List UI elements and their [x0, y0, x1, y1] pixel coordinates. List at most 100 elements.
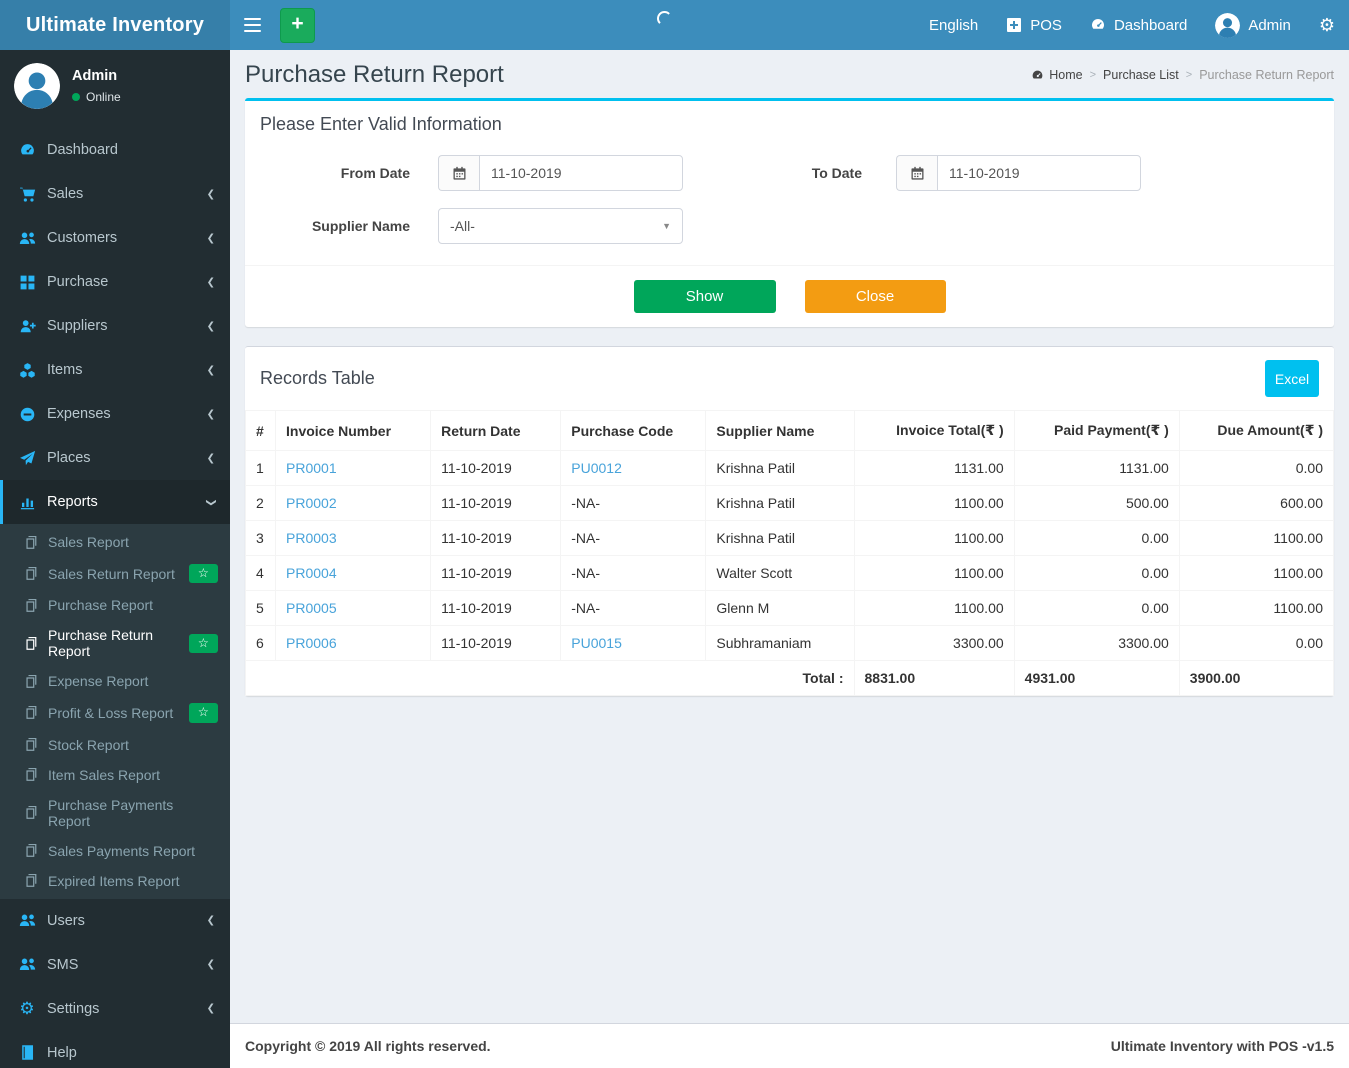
- breadcrumb-home[interactable]: Home: [1031, 68, 1083, 82]
- sidebar-toggle-icon[interactable]: [230, 0, 275, 50]
- table-cell: PR0001: [275, 450, 432, 486]
- chevron-down-icon: ❮: [205, 497, 217, 507]
- invoice-number-link[interactable]: PR0005: [286, 600, 337, 616]
- breadcrumb-label: Purchase List: [1103, 68, 1179, 82]
- table-cell: Krishna Patil: [705, 485, 855, 521]
- nav-user[interactable]: Admin: [1201, 0, 1305, 50]
- sidebar-subitem-profit-loss-report[interactable]: Profit & Loss Report ☆: [0, 696, 230, 729]
- minus-circle-icon: [18, 405, 36, 423]
- sidebar-item-expenses[interactable]: Expenses ❮: [0, 392, 230, 436]
- breadcrumb-separator: >: [1089, 69, 1097, 81]
- invoice-number-link[interactable]: PR0001: [286, 460, 337, 476]
- sidebar-subitem-purchase-report[interactable]: Purchase Report: [0, 590, 230, 620]
- table-cell: PR0005: [275, 590, 432, 626]
- calendar-icon: [896, 155, 937, 191]
- records-table: # Invoice Number Return Date Purchase Code S…: [244, 410, 1335, 696]
- chevron-left-icon: ❮: [206, 320, 215, 332]
- breadcrumb-separator: >: [1185, 69, 1193, 81]
- purchase-code-link[interactable]: PU0015: [571, 635, 622, 651]
- sidebar-subitem-stock-report[interactable]: Stock Report: [0, 730, 230, 760]
- to-date-input[interactable]: [937, 155, 1141, 191]
- sidebar-item-label: Help: [47, 1044, 77, 1061]
- table-cell: 1: [244, 450, 277, 486]
- column-header: #: [244, 410, 277, 451]
- purchase-code-link[interactable]: PU0012: [571, 460, 622, 476]
- chevron-left-icon: ❮: [206, 452, 215, 464]
- chevron-left-icon: ❮: [206, 276, 215, 288]
- sidebar-item-places[interactable]: Places ❮: [0, 436, 230, 480]
- sidebar-item-purchase[interactable]: Purchase ❮: [0, 260, 230, 304]
- breadcrumb-purchase-list[interactable]: Purchase List: [1103, 68, 1179, 82]
- sidebar-item-label: Settings: [47, 1000, 100, 1017]
- content-header: Purchase Return Report Home > Purchase Lis…: [230, 50, 1349, 98]
- sidebar-item-sales[interactable]: Sales ❮: [0, 172, 230, 216]
- table-cell: 0.00: [1013, 590, 1180, 626]
- table-cell: 1100.00: [853, 555, 1015, 591]
- nav-pos[interactable]: POS: [992, 0, 1076, 50]
- invoice-number-link[interactable]: PR0002: [286, 495, 337, 511]
- table-cell: Subhramaniam: [705, 625, 855, 661]
- user-status: Online: [72, 90, 121, 104]
- sidebar-subitem-purchase-return-report[interactable]: Purchase Return Report ☆: [0, 620, 230, 666]
- table-cell: 600.00: [1178, 485, 1335, 521]
- from-date-input[interactable]: [479, 155, 683, 191]
- column-header: Supplier Name: [705, 410, 855, 451]
- filter-panel-title: Please Enter Valid Information: [260, 114, 502, 134]
- sidebar: Ultimate Inventory Admin Online Dashboar…: [0, 0, 230, 1068]
- close-button[interactable]: Close: [804, 280, 946, 313]
- sidebar-subitem-sales-return-report[interactable]: Sales Return Report ☆: [0, 557, 230, 590]
- table-cell: 1131.00: [853, 450, 1015, 486]
- sidebar-item-sms[interactable]: SMS ❮: [0, 943, 230, 987]
- sidebar-subitem-label: Item Sales Report: [48, 766, 161, 783]
- files-icon: [23, 705, 39, 721]
- table-cell: 0.00: [1178, 625, 1335, 661]
- sidebar-item-label: Expenses: [47, 406, 111, 422]
- nav-dashboard[interactable]: Dashboard: [1076, 0, 1201, 50]
- sidebar-item-settings[interactable]: ⚙ Settings ❮: [0, 987, 230, 1031]
- sidebar-subitem-sales-payments-report[interactable]: Sales Payments Report: [0, 836, 230, 866]
- user-panel: Admin Online: [0, 50, 230, 122]
- nav-user-avatar: [1215, 12, 1241, 38]
- supplier-select[interactable]: -All- ▼: [438, 208, 683, 244]
- table-cell: 11-10-2019: [430, 625, 562, 661]
- table-row: 1 PR0001 11-10-2019 PU0012 Krishna Patil 1131…: [244, 450, 1335, 486]
- cart-icon: [18, 185, 36, 203]
- invoice-number-link[interactable]: PR0003: [286, 530, 337, 546]
- sidebar-item-dashboard[interactable]: Dashboard: [0, 128, 230, 172]
- nav-user-label: Admin: [1248, 16, 1291, 34]
- sidebar-subitem-expense-report[interactable]: Expense Report: [0, 666, 230, 696]
- invoice-number-link[interactable]: PR0004: [286, 565, 337, 581]
- sidebar-item-suppliers[interactable]: Suppliers ❮: [0, 304, 230, 348]
- table-cell: 3300.00: [853, 625, 1015, 661]
- total-value: 8831.00: [853, 660, 1015, 696]
- app-layout: Ultimate Inventory Admin Online Dashboar…: [0, 0, 1349, 1068]
- bar-chart-icon: [18, 493, 36, 511]
- nav-settings[interactable]: ⚙: [1305, 0, 1349, 50]
- quick-add-button[interactable]: +: [280, 7, 315, 43]
- nav-language[interactable]: English: [915, 0, 992, 50]
- sidebar-item-label: Suppliers: [47, 318, 108, 334]
- sidebar-item-reports[interactable]: Reports ❮: [0, 480, 230, 524]
- show-button[interactable]: Show: [633, 280, 776, 313]
- excel-export-button[interactable]: Excel: [1265, 360, 1319, 397]
- nav-pos-label: POS: [1030, 16, 1062, 34]
- invoice-number-link[interactable]: PR0006: [286, 635, 337, 651]
- files-icon: [23, 767, 39, 783]
- total-value: 3900.00: [1178, 660, 1335, 696]
- sidebar-subitem-sales-report[interactable]: Sales Report: [0, 527, 230, 557]
- sidebar-item-customers[interactable]: Customers ❮: [0, 216, 230, 260]
- sidebar-item-items[interactable]: Items ❮: [0, 348, 230, 392]
- app-logo[interactable]: Ultimate Inventory: [0, 0, 230, 50]
- total-label: Total :: [245, 660, 855, 696]
- calendar-icon: [438, 155, 479, 191]
- sidebar-subitem-item-sales-report[interactable]: Item Sales Report: [0, 760, 230, 790]
- table-row: 6 PR0006 11-10-2019 PU0015 Subhramaniam 3300.…: [244, 625, 1335, 661]
- favorite-star-badge: ☆: [188, 633, 218, 653]
- cogs-icon: ⚙: [1318, 15, 1335, 35]
- sidebar-item-users[interactable]: Users ❮: [0, 899, 230, 943]
- reports-submenu: Sales Report Sales Return Report ☆ Purchase…: [0, 524, 230, 899]
- sidebar-item-help[interactable]: Help: [0, 1031, 230, 1068]
- sidebar-subitem-purchase-payments-report[interactable]: Purchase Payments Report: [0, 790, 230, 836]
- table-cell: 11-10-2019: [430, 590, 562, 626]
- sidebar-subitem-expired-items-report[interactable]: Expired Items Report: [0, 866, 230, 896]
